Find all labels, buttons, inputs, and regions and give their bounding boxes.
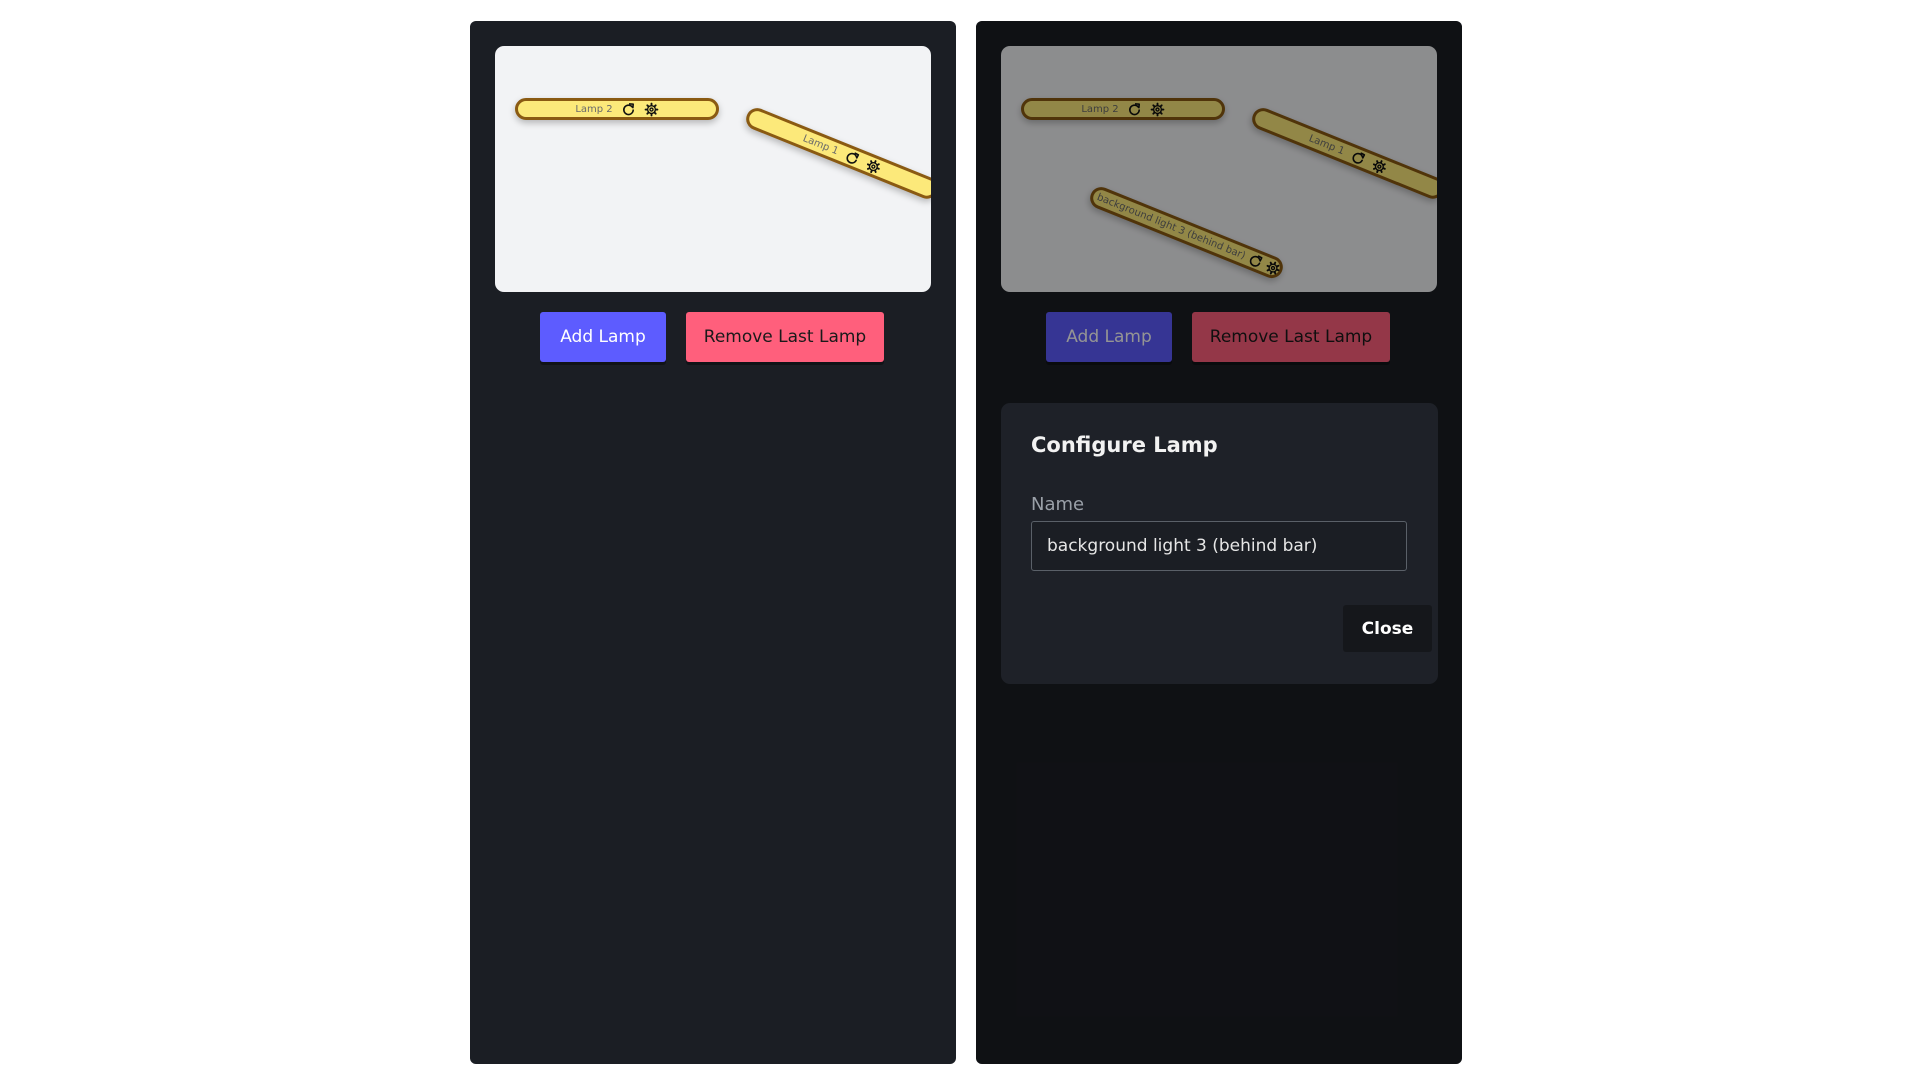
name-field-label: Name: [1031, 494, 1085, 515]
gear-icon[interactable]: [644, 102, 659, 117]
close-button[interactable]: Close: [1343, 605, 1432, 652]
rotate-icon[interactable]: [1127, 102, 1142, 117]
lamp-canvas[interactable]: Lamp 2 Lamp 1 background light 3 (behind…: [1001, 46, 1437, 292]
rotate-icon[interactable]: [621, 102, 636, 117]
configure-lamp-dialog: Configure Lamp Name Close: [1001, 403, 1438, 684]
lamp-bar[interactable]: Lamp 2: [1021, 98, 1225, 120]
lamp-bar[interactable]: Lamp 1: [1248, 104, 1437, 202]
lamp-bar[interactable]: Lamp 2: [515, 98, 719, 120]
lamp-bar[interactable]: background light 3 (behind bar): [1086, 183, 1287, 282]
rotate-icon[interactable]: [843, 148, 863, 168]
gear-icon[interactable]: [864, 156, 884, 176]
lamp-label: Lamp 2: [1081, 103, 1119, 115]
right-panel: Lamp 2 Lamp 1 background light 3 (behind…: [976, 21, 1462, 1064]
rotate-icon[interactable]: [1349, 148, 1369, 168]
lamp-label: Lamp 1: [801, 132, 841, 157]
lamp-label: background light 3 (behind bar): [1095, 191, 1248, 262]
gear-icon[interactable]: [1370, 156, 1390, 176]
lamp-label: Lamp 2: [575, 103, 613, 115]
gear-icon[interactable]: [1150, 102, 1165, 117]
gear-icon[interactable]: [1264, 258, 1284, 278]
name-input[interactable]: [1031, 521, 1407, 571]
rotate-icon[interactable]: [1246, 251, 1266, 271]
lamp-canvas[interactable]: Lamp 2 Lamp 1: [495, 46, 931, 292]
lamp-bar[interactable]: Lamp 1: [742, 104, 931, 202]
remove-last-lamp-button[interactable]: Remove Last Lamp: [1192, 312, 1390, 362]
add-lamp-button[interactable]: Add Lamp: [540, 312, 666, 362]
add-lamp-button[interactable]: Add Lamp: [1046, 312, 1172, 362]
remove-last-lamp-button[interactable]: Remove Last Lamp: [686, 312, 884, 362]
left-panel: Lamp 2 Lamp 1 Add Lamp Remove Last Lamp: [470, 21, 956, 1064]
lamp-label: Lamp 1: [1307, 132, 1347, 157]
dialog-title: Configure Lamp: [1031, 433, 1218, 457]
